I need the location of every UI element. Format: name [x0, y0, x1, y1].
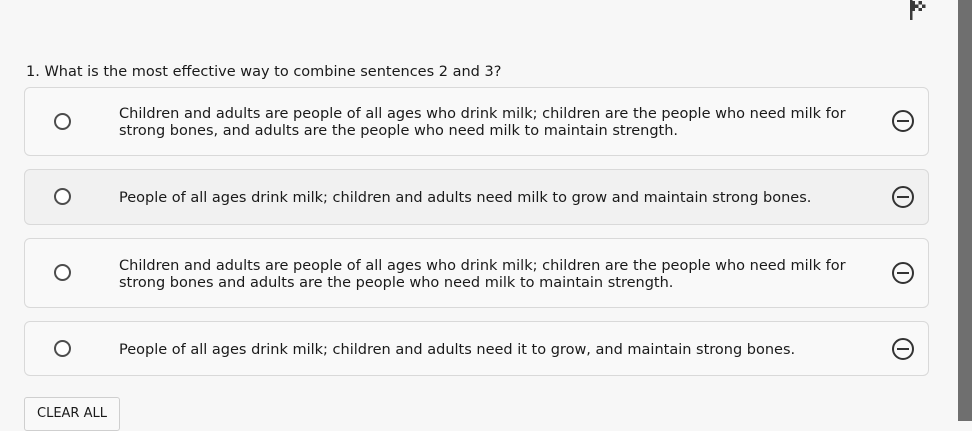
vertical-scrollbar[interactable] [958, 0, 972, 421]
answer-option-d-text: People of all ages drink milk; children … [119, 342, 796, 358]
radio-circle-icon[interactable] [54, 113, 71, 130]
answer-option-b[interactable]: People of all ages drink milk; children … [24, 169, 929, 225]
eliminate-choice-icon[interactable] [891, 185, 915, 209]
eliminate-choice-icon[interactable] [891, 337, 915, 361]
eliminate-choice-icon[interactable] [891, 261, 915, 285]
radio-circle-icon[interactable] [54, 264, 71, 281]
answer-option-b-text: People of all ages drink milk; children … [119, 190, 812, 206]
radio-circle-icon[interactable] [54, 340, 71, 357]
answer-option-d[interactable]: People of all ages drink milk; children … [24, 321, 929, 376]
answer-option-c-text: Children and adults are people of all ag… [119, 258, 846, 291]
question-text: 1. What is the most effective way to com… [26, 64, 502, 80]
eliminate-choice-icon[interactable] [891, 109, 915, 133]
answer-option-a[interactable]: Children and adults are people of all ag… [24, 87, 929, 156]
answer-option-c[interactable]: Children and adults are people of all ag… [24, 238, 929, 308]
flag-icon[interactable] [907, 0, 929, 22]
answer-option-a-text: Children and adults are people of all ag… [119, 106, 846, 139]
radio-circle-icon[interactable] [54, 188, 71, 205]
clear-all-button[interactable]: CLEAR ALL [24, 397, 120, 431]
